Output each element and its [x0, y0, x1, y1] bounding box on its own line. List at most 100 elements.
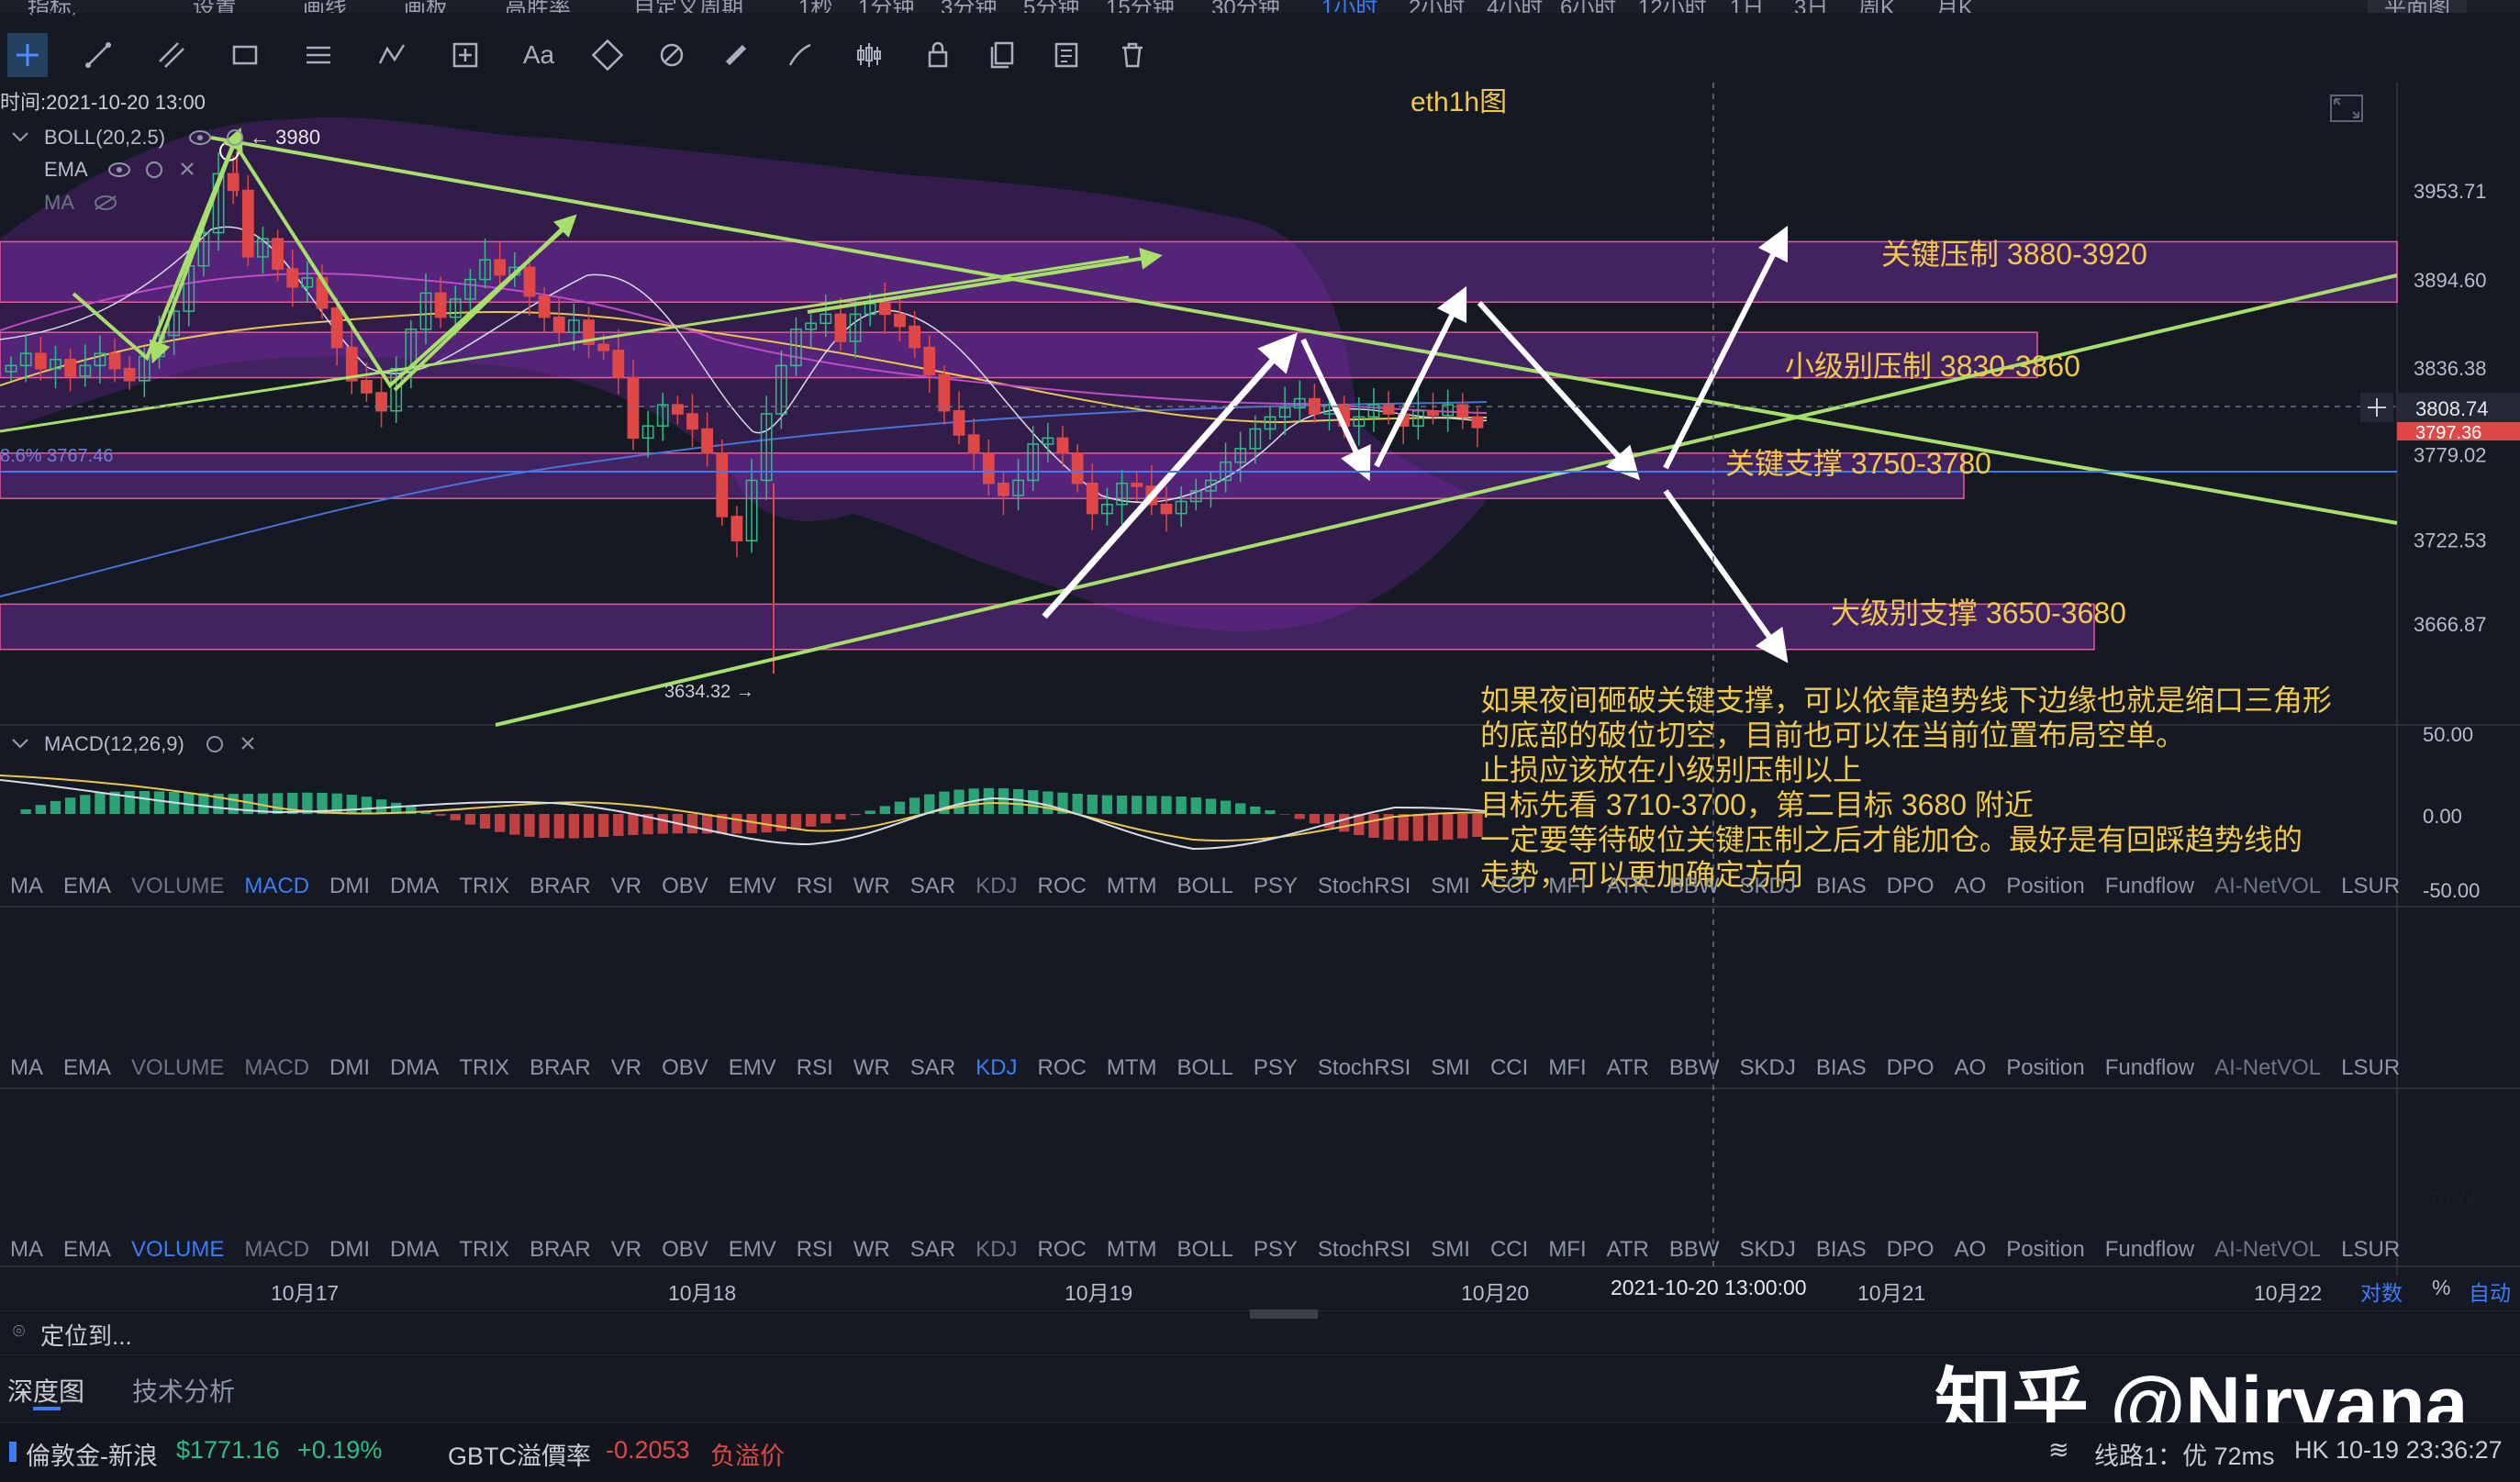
tf-15m[interactable]: 15分钟 [1106, 0, 1175, 13]
tf-30m[interactable]: 30分钟 [1211, 0, 1280, 13]
ticker-gbtc-name[interactable]: GBTC溢價率 [448, 1436, 591, 1472]
indicator-tab[interactable]: VR [601, 1055, 652, 1086]
indicator-tab[interactable]: AI-NetVOL [2204, 1237, 2331, 1268]
indicator-tab[interactable]: Position [1996, 1237, 2094, 1268]
indicator-tab[interactable]: Fundflow [2095, 874, 2204, 905]
indicator-tab[interactable]: Position [1996, 874, 2094, 905]
indicator-tab[interactable]: LSUR [2331, 1055, 2410, 1086]
tf-3d[interactable]: 3日 [1794, 0, 1828, 13]
menu-custom-period[interactable]: 自定义周期 [633, 0, 743, 13]
indicator-tab[interactable]: PSY [1243, 1055, 1308, 1086]
indicator-tab[interactable]: EMA [53, 874, 121, 905]
menu-high-win[interactable]: 高胜率 [505, 0, 571, 13]
indicator-tab[interactable]: SAR [900, 1237, 965, 1268]
tf-month[interactable]: 月K [1936, 0, 1973, 13]
rectangle-icon[interactable] [225, 33, 265, 77]
indicator-tab[interactable]: DMA [380, 874, 449, 905]
indicator-tab[interactable]: BBW [1659, 1237, 1730, 1268]
indicator-tab[interactable]: KDJ [965, 874, 1027, 905]
indicator-tab[interactable]: DPO [1877, 874, 1945, 905]
tf-1m[interactable]: 1分钟 [858, 0, 914, 13]
indicator-tab[interactable]: VR [601, 874, 652, 905]
indicator-tab[interactable]: RSI [786, 1237, 843, 1268]
indicator-tab[interactable]: Fundflow [2095, 1237, 2204, 1268]
indicator-tab[interactable]: TRIX [449, 1055, 519, 1086]
add-price-alert-icon[interactable] [2360, 393, 2393, 422]
indicator-tab[interactable]: MTM [1097, 1055, 1167, 1086]
indicator-tab[interactable]: WR [843, 1055, 900, 1086]
crosshair-icon[interactable] [7, 33, 48, 77]
indicator-tab[interactable]: EMA [53, 1055, 121, 1086]
indicator-tab[interactable]: SKDJ [1730, 1237, 1806, 1268]
indicator-tab[interactable]: MACD [234, 1237, 319, 1268]
text-icon[interactable]: Aa [518, 33, 559, 77]
indicator-tab[interactable]: SKDJ [1730, 874, 1806, 905]
locate-to-button[interactable]: 定位到... [40, 1318, 132, 1352]
indicator-tab[interactable]: CCI [1480, 874, 1538, 905]
resize-handle[interactable] [1250, 1309, 1318, 1319]
indicator-tab[interactable]: SAR [900, 874, 965, 905]
indicator-tab[interactable]: SMI [1421, 874, 1480, 905]
parallel-channel-icon[interactable] [151, 33, 192, 77]
tf-1s[interactable]: 1秒 [798, 0, 832, 13]
indicator-tab[interactable]: SKDJ [1730, 1055, 1806, 1086]
flat-view-button[interactable]: 平面图 [2368, 0, 2467, 13]
indicator-tab[interactable]: RSI [786, 1055, 843, 1086]
indicator-tab[interactable]: VOLUME [121, 1237, 234, 1268]
tf-1d[interactable]: 1日 [1730, 0, 1764, 13]
indicator-tab[interactable]: OBV [652, 1237, 719, 1268]
indicator-tab[interactable]: MFI [1538, 1055, 1596, 1086]
indicator-tab[interactable]: DPO [1877, 1055, 1945, 1086]
indicator-tab[interactable]: LSUR [2331, 1237, 2410, 1268]
indicator-tab[interactable]: DMA [380, 1055, 449, 1086]
indicator-tab[interactable]: BIAS [1806, 874, 1877, 905]
indicator-tab[interactable]: ROC [1028, 1055, 1097, 1086]
indicator-tab[interactable]: PSY [1243, 874, 1308, 905]
indicator-tab[interactable]: StochRSI [1308, 1237, 1421, 1268]
indicator-tab[interactable]: MACD [234, 874, 319, 905]
indicator-tab[interactable]: OBV [652, 874, 719, 905]
menu-settings[interactable]: 设置 [193, 0, 237, 13]
indicator-tab[interactable]: VOLUME [121, 1055, 234, 1086]
tf-6h[interactable]: 6小时 [1560, 0, 1616, 13]
indicator-tab[interactable]: BRAR [519, 1237, 601, 1268]
indicator-tab[interactable]: AO [1945, 1055, 1997, 1086]
fib-icon[interactable] [587, 33, 628, 77]
ticker-gold-name[interactable]: 倫敦金-新浪 [26, 1436, 158, 1472]
indicator-tab[interactable]: StochRSI [1308, 1055, 1421, 1086]
indicator-tab[interactable]: Fundflow [2095, 1055, 2204, 1086]
indicator-tab[interactable]: ROC [1028, 874, 1097, 905]
candle-tool-icon[interactable] [849, 33, 889, 77]
indicator-tab[interactable]: AI-NetVOL [2204, 874, 2331, 905]
tf-3m[interactable]: 3分钟 [941, 0, 997, 13]
indicator-tab[interactable]: LSUR [2331, 874, 2410, 905]
indicator-tab[interactable]: CCI [1480, 1237, 1538, 1268]
indicator-tab[interactable]: MFI [1538, 874, 1596, 905]
indicator-tab[interactable]: MFI [1538, 1237, 1596, 1268]
indicator-tab[interactable]: MTM [1097, 1237, 1167, 1268]
indicator-tab[interactable]: VR [601, 1237, 652, 1268]
indicator-tab[interactable]: TRIX [449, 1237, 519, 1268]
indicator-tab[interactable]: BOLL [1167, 1237, 1243, 1268]
log-scale-toggle[interactable]: 对数 [2360, 1276, 2403, 1307]
indicator-tab[interactable]: MA [0, 874, 53, 905]
indicator-tab[interactable]: ATR [1597, 874, 1659, 905]
menu-draw[interactable]: 画线 [303, 0, 347, 13]
indicator-tab[interactable]: EMV [719, 1055, 786, 1086]
indicator-tab[interactable]: KDJ [965, 1237, 1027, 1268]
tf-2h[interactable]: 2小时 [1409, 0, 1465, 13]
network-line-status[interactable]: 线路1：优 72ms [2094, 1436, 2275, 1472]
horizontal-lines-icon[interactable] [298, 33, 339, 77]
tf-12h[interactable]: 12小时 [1638, 0, 1707, 13]
trash-icon[interactable] [1112, 33, 1153, 77]
indicator-tab[interactable]: StochRSI [1308, 874, 1421, 905]
tab-technical-analysis[interactable]: 技术分析 [132, 1372, 235, 1409]
indicator-tab[interactable]: SMI [1421, 1237, 1480, 1268]
pattern-icon[interactable] [372, 33, 412, 77]
indicator-tab[interactable]: BBW [1659, 1055, 1730, 1086]
indicator-tab[interactable]: MA [0, 1055, 53, 1086]
indicator-tab[interactable]: ROC [1028, 1237, 1097, 1268]
copy-icon[interactable] [982, 33, 1022, 77]
indicator-tab[interactable]: EMV [719, 1237, 786, 1268]
indicator-tab[interactable]: BBW [1659, 874, 1730, 905]
